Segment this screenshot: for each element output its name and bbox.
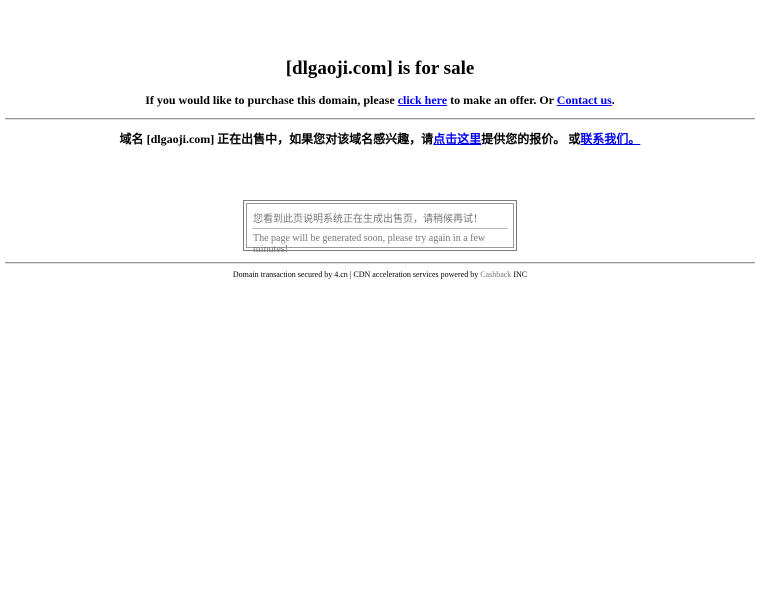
offer-text-prefix: If you would like to purchase this domai…	[145, 93, 398, 107]
notice-message-en: The page will be generated soon, please …	[253, 233, 486, 255]
divider-top	[5, 118, 755, 120]
notice-divider	[252, 228, 508, 229]
offer-cn-text-prefix: 域名 [dlgaoji.com] 正在出售中，如果您对该域名感兴趣，请	[119, 132, 434, 146]
footer-brand: Cashback	[480, 270, 512, 279]
contact-us-link[interactable]: Contact us	[557, 93, 612, 107]
footer-suffix: INC	[511, 270, 528, 279]
offer-cn-text-middle: 提供您的报价。 或	[481, 132, 581, 146]
offer-text-middle: to make an offer. Or	[447, 93, 557, 107]
offer-line-cn: 域名 [dlgaoji.com] 正在出售中，如果您对该域名感兴趣，请点击这里提…	[0, 130, 760, 147]
offer-text-suffix: .	[611, 93, 615, 107]
contact-us-link-cn[interactable]: 联系我们。	[580, 132, 640, 146]
notice-box-inner: 您看到此页说明系统正在生成出售页，请稍候再试！ The page will be…	[246, 203, 514, 255]
footer-text: Domain transaction secured by 4.cn | CDN…	[232, 270, 481, 279]
click-here-link[interactable]: click here	[398, 93, 447, 107]
notice-message-cn: 您看到此页说明系统正在生成出售页，请稍候再试！	[253, 214, 483, 225]
offer-line: If you would like to purchase this domai…	[0, 93, 760, 108]
click-here-link-cn[interactable]: 点击这里	[433, 132, 481, 146]
divider-bottom	[5, 262, 755, 264]
page-title: [dlgaoji.com] is for sale	[285, 58, 475, 79]
notice-box: 您看到此页说明系统正在生成出售页，请稍候再试！ The page will be…	[243, 200, 517, 255]
footer: Domain transaction secured by 4.cn | CDN…	[0, 270, 760, 279]
